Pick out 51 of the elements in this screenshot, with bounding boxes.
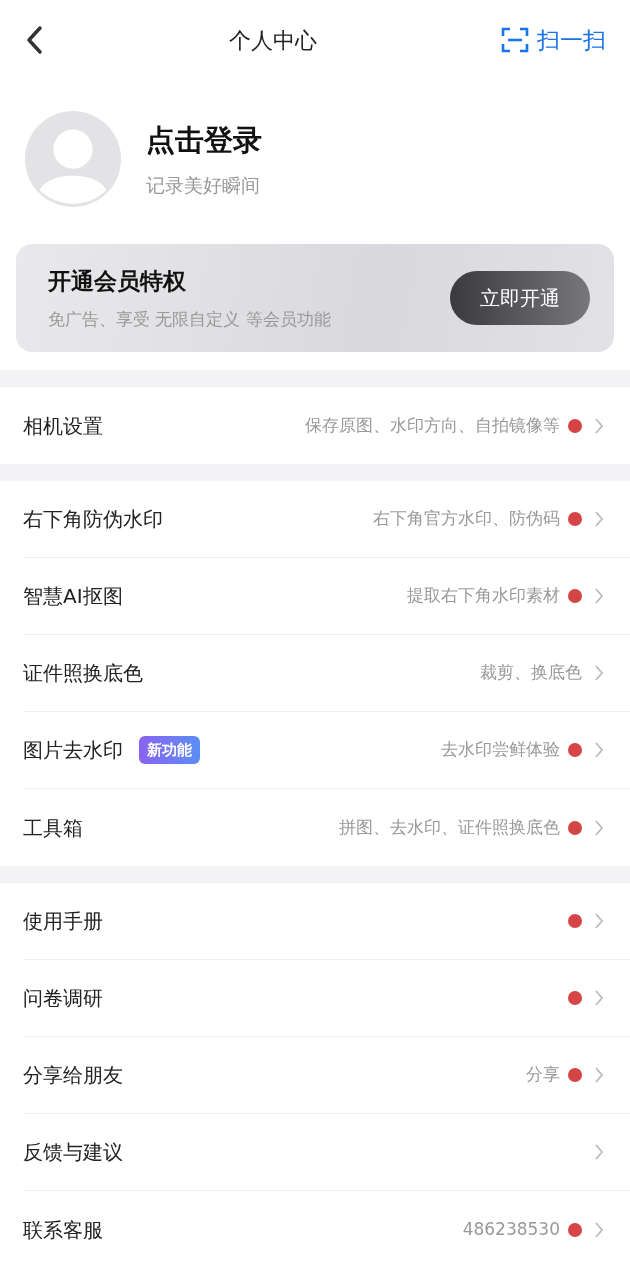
row-label: 图片去水印 [23,737,123,764]
menu-row[interactable]: 证件照换底色 裁剪、换底色 [23,635,630,712]
row-label: 联系客服 [23,1216,103,1244]
row-label: 相机设置 [23,412,103,440]
menu-row[interactable]: 分享给朋友 分享 [23,1037,630,1114]
menu-row[interactable]: 智慧AI抠图 提取右下角水印素材 [23,558,630,635]
chevron-icon [594,1066,604,1084]
member-title: 开通会员特权 [48,267,187,296]
row-hint: 保存原图、水印方向、自拍镜像等 [305,413,560,437]
back-icon[interactable] [24,25,44,55]
menu-row[interactable]: 右下角防伪水印 右下角官方水印、防伪码 [23,481,630,558]
row-hint: 右下角官方水印、防伪码 [373,507,560,531]
row-label: 反馈与建议 [23,1139,123,1166]
chevron-icon [594,912,604,930]
chevron-icon [594,1143,604,1161]
login-link[interactable]: 点击登录 [146,119,262,163]
row-hint: 裁剪、换底色 [480,661,582,685]
chevron-icon [594,989,604,1007]
scan-icon[interactable] [501,27,529,53]
page-title: 个人中心 [228,26,317,55]
menu-row[interactable]: 问卷调研 [23,960,630,1037]
row-hint: 拼图、去水印、证件照换底色 [339,815,560,839]
menu-row[interactable]: 联系客服 486238530 [23,1191,630,1268]
member-subtitle: 免广告、享受 无限自定义 等会员功能 [48,307,331,331]
row-label: 使用手册 [23,908,103,935]
menu-row[interactable]: 图片去水印 新功能 去水印尝鲜体验 [23,712,630,789]
menu-row[interactable]: 使用手册 [23,883,630,960]
row-hint: 分享 [526,1063,560,1087]
menu-row[interactable]: 反馈与建议 [23,1114,630,1191]
chevron-icon [594,587,604,605]
row-hint: 提取右下角水印素材 [407,584,560,608]
row-hint: 486238530 [462,1217,560,1241]
chevron-icon [594,818,604,837]
menu-row[interactable]: 工具箱 拼图、去水印、证件照换底色 [23,789,630,866]
activate-button[interactable]: 立即开通 [450,271,590,325]
row-label: 分享给朋友 [23,1062,123,1089]
chevron-icon [594,664,604,682]
row-label: 右下角防伪水印 [23,506,163,533]
profile-subtitle: 记录美好瞬间 [146,172,261,198]
menu-row[interactable]: 相机设置 保存原图、水印方向、自拍镜像等 [23,387,630,464]
row-label: 工具箱 [23,814,83,842]
chevron-icon [594,741,604,759]
chevron-icon [594,510,604,528]
row-label: 问卷调研 [23,985,103,1012]
chevron-icon [594,416,604,435]
chevron-icon [594,1220,604,1239]
row-label: 智慧AI抠图 [23,583,123,610]
new-badge: 新功能 [139,735,200,765]
row-label: 证件照换底色 [23,660,143,687]
row-hint: 去水印尝鲜体验 [441,738,560,762]
scan-link[interactable]: 扫一扫 [537,22,606,58]
